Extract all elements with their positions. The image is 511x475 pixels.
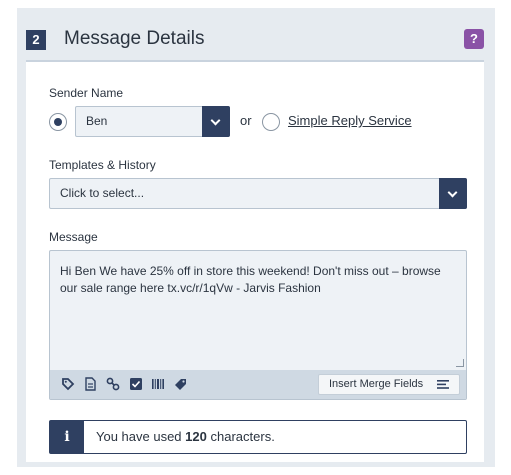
info-icon: i xyxy=(50,421,84,453)
character-count-text: You have used 120 characters. xyxy=(96,421,275,453)
character-count-info: i You have used 120 characters. xyxy=(49,420,467,454)
insert-merge-fields-label: Insert Merge Fields xyxy=(329,378,424,390)
character-count-prefix: You have used xyxy=(96,429,182,444)
chevron-down-icon[interactable] xyxy=(439,178,467,209)
templates-label: Templates & History xyxy=(49,158,156,172)
character-count-suffix: characters. xyxy=(210,429,275,444)
character-count-value: 120 xyxy=(185,429,207,444)
message-toolbar: Insert Merge Fields xyxy=(50,370,466,399)
sender-name-select[interactable]: Ben xyxy=(75,106,230,137)
templates-placeholder: Click to select... xyxy=(60,186,145,200)
sender-name-label: Sender Name xyxy=(49,86,124,100)
link-icon[interactable] xyxy=(106,377,120,391)
message-textarea[interactable]: Hi Ben We have 25% off in store this wee… xyxy=(49,250,467,400)
section-header: 2 Message Details ? xyxy=(26,18,484,62)
step-number-badge: 2 xyxy=(26,30,46,50)
tag-icon[interactable] xyxy=(61,377,75,391)
sender-radio-simple-reply[interactable] xyxy=(262,113,280,131)
insert-merge-fields-button[interactable]: Insert Merge Fields xyxy=(318,374,460,395)
message-details-card: 2 Message Details ? Sender Name Ben or S… xyxy=(26,18,484,462)
barcode-icon[interactable] xyxy=(151,377,165,391)
simple-reply-service-link[interactable]: Simple Reply Service xyxy=(288,113,412,128)
help-icon[interactable]: ? xyxy=(464,29,484,49)
templates-select[interactable]: Click to select... xyxy=(49,178,467,209)
ticket-icon[interactable] xyxy=(174,377,188,391)
resize-handle-icon[interactable] xyxy=(456,359,464,367)
document-icon[interactable] xyxy=(83,377,97,391)
section-title: Message Details xyxy=(64,28,205,49)
sender-name-value: Ben xyxy=(86,114,108,128)
chevron-down-icon[interactable] xyxy=(202,106,230,137)
message-label: Message xyxy=(49,230,98,244)
message-details-panel: 2 Message Details ? Sender Name Ben or S… xyxy=(17,8,495,467)
or-label: or xyxy=(240,113,252,128)
message-text[interactable]: Hi Ben We have 25% off in store this wee… xyxy=(60,263,458,297)
sender-radio-custom[interactable] xyxy=(49,113,67,131)
checkbox-icon[interactable] xyxy=(129,377,143,391)
list-icon xyxy=(437,380,449,389)
